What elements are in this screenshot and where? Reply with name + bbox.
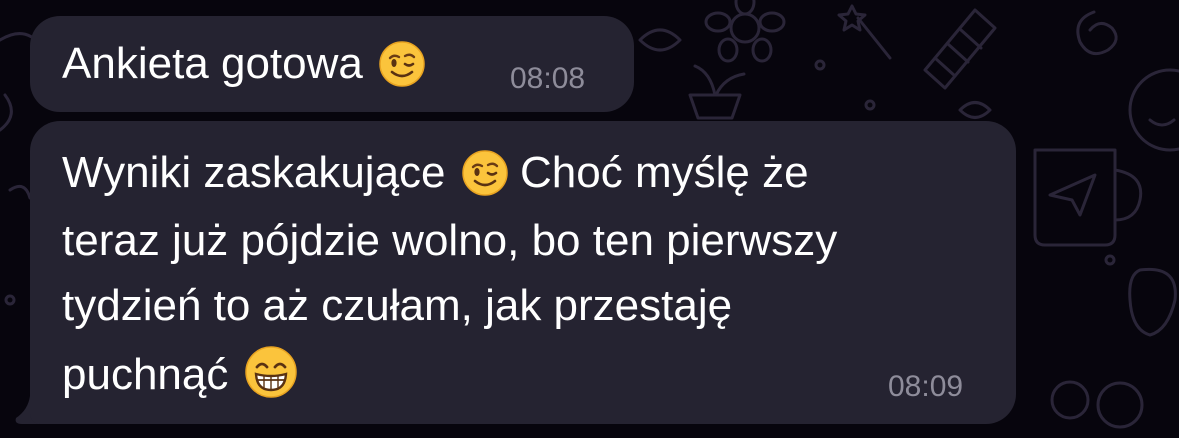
message-timestamp: 08:09 bbox=[888, 370, 964, 403]
strawberry-doodle-icon bbox=[1128, 267, 1177, 337]
mug-doodle-icon bbox=[1033, 148, 1143, 247]
message-bubble[interactable]: Wyniki zaskakujące Choć myślę że teraz j… bbox=[30, 121, 1016, 424]
grinning-face-emoji-icon bbox=[244, 346, 297, 410]
message-bubble[interactable]: Ankieta gotowa 08:08 bbox=[30, 16, 634, 112]
message-text: Ankieta gotowa bbox=[62, 39, 363, 88]
message-line: teraz już pójdzie wolno, bo ten pierwszy bbox=[62, 216, 838, 265]
message-timestamp: 08:08 bbox=[510, 62, 586, 95]
wand-doodle-icon bbox=[837, 4, 892, 60]
message-line: puchnąć bbox=[62, 346, 297, 410]
winking-face-emoji-icon bbox=[379, 41, 425, 99]
winking-face-emoji-icon bbox=[462, 150, 508, 208]
potted-plant-doodle-icon bbox=[688, 64, 746, 120]
message-line: tydzień to aż czułam, jak przestaję bbox=[62, 281, 733, 330]
circle-doodle-icon bbox=[1050, 380, 1144, 429]
face-doodle-icon bbox=[1128, 68, 1179, 152]
candy-doodle-icon bbox=[923, 8, 997, 90]
spiral-doodle-icon bbox=[1076, 10, 1118, 56]
message-line: Wyniki zaskakujące Choć myślę że bbox=[62, 147, 809, 208]
flower-doodle-icon bbox=[704, 0, 786, 63]
